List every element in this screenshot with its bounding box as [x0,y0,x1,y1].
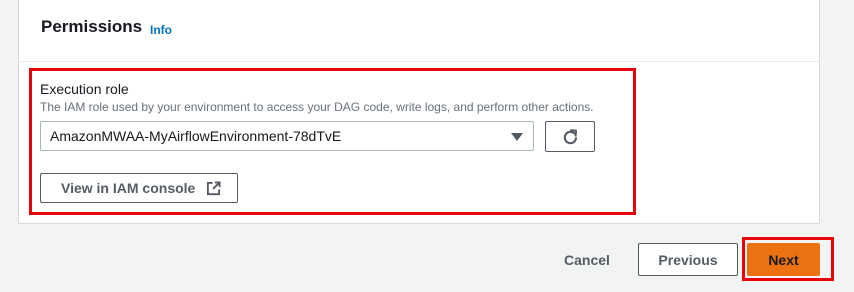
caret-down-icon [511,133,523,141]
cancel-label: Cancel [564,252,610,268]
execution-role-select[interactable]: AmazonMWAA-MyAirflowEnvironment-78dTvE [40,121,534,151]
execution-role-description: The IAM role used by your environment to… [40,100,594,114]
next-label: Next [768,252,799,268]
section-title: Permissions [41,17,143,36]
external-link-icon [206,181,221,196]
view-in-iam-console-button[interactable]: View in IAM console [40,173,238,203]
previous-button[interactable]: Previous [638,243,738,276]
refresh-icon [563,129,578,145]
cancel-button[interactable]: Cancel [552,244,620,276]
execution-role-value: AmazonMWAA-MyAirflowEnvironment-78dTvE [50,128,342,144]
panel-header: Permissions Info [19,0,819,62]
execution-role-label: Execution role [40,81,129,97]
view-in-iam-console-label: View in IAM console [61,180,196,196]
info-link[interactable]: Info [150,23,172,37]
next-button[interactable]: Next [747,243,820,276]
refresh-button[interactable] [545,121,595,152]
previous-label: Previous [658,252,718,268]
page: Permissions Info Execution role The IAM … [0,0,854,292]
